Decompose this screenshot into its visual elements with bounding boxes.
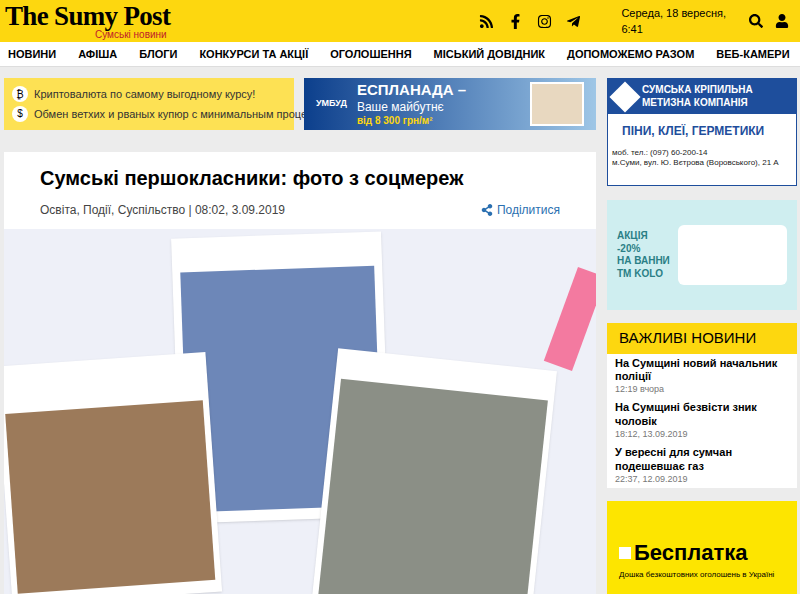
nav: НОВИНИ АФІША БЛОГИ КОНКУРСИ ТА АКЦІЇ ОГОЛОШЕ…	[0, 42, 800, 67]
crypto-ad[interactable]: ₿Криптовалюта по самому выгодному курсу!…	[4, 78, 294, 130]
bath-ad[interactable]: АКЦІЯ-20%НА ВАННИТМ KOLO	[607, 200, 797, 310]
share-button[interactable]: Поділитися	[481, 201, 560, 219]
important-news: ВАЖЛИВІ НОВИНИНа Сумщині новий начальник…	[607, 323, 797, 488]
esplanada-ad[interactable]: УМБУДЕСПЛАНАДА –Ваше майбутнєвід 8 300 г…	[304, 78, 596, 130]
nav-item[interactable]: НОВИНИ	[8, 46, 56, 63]
telegram-icon[interactable]	[566, 14, 581, 29]
article-photo	[4, 229, 596, 594]
instagram-icon[interactable]	[537, 14, 552, 29]
rss-icon[interactable]	[479, 14, 494, 29]
article-meta: Освіта, Події, Суспільство | 08:02, 3.09…	[40, 201, 285, 219]
fasteners-ad[interactable]: СУМСЬКА КРІПИЛЬНА МЕТИЗНА КОМПАНІЯПІНИ, …	[607, 78, 797, 186]
nav-item[interactable]: ОГОЛОШЕННЯ	[330, 46, 411, 63]
nav-item[interactable]: МІСЬКИЙ ДОВІДНИК	[434, 46, 545, 63]
article: Сумські першокласники: фото з соцмереж Ос…	[4, 152, 596, 594]
news-item[interactable]: У вересні для сумчан подешевшає газ22:37…	[607, 443, 797, 488]
facebook-icon[interactable]	[508, 14, 523, 29]
share-icon	[481, 204, 493, 216]
nav-item[interactable]: ДОПОМОЖЕМО РАЗОМ	[567, 46, 694, 63]
nav-item[interactable]: КОНКУРСИ ТА АКЦІЇ	[199, 46, 308, 63]
besplatka-ad[interactable]: БесплаткаДошка безкоштовних оголошень в …	[607, 501, 797, 594]
header: The Sumy PostСумські новини Середа, 18 ве…	[0, 0, 800, 42]
page: The Sumy PostСумські новини Середа, 18 ве…	[0, 0, 800, 594]
article-title: Сумські першокласники: фото з соцмереж	[4, 152, 596, 191]
nav-item[interactable]: АФІША	[78, 46, 117, 63]
date: Середа, 18 вересня, 6:41	[621, 5, 749, 38]
logo[interactable]: The Sumy PostСумські новини	[5, 3, 469, 40]
search-icon[interactable]	[749, 14, 763, 28]
news-item[interactable]: На Сумщині новий начальник поліції12:19 …	[607, 354, 797, 399]
sidebar: СУМСЬКА КРІПИЛЬНА МЕТИЗНА КОМПАНІЯПІНИ, …	[607, 78, 797, 594]
nav-item[interactable]: БЛОГИ	[139, 46, 177, 63]
nav-item[interactable]: ВЕБ-КАМЕРИ	[716, 46, 789, 63]
news-item[interactable]: На Сумщині безвісти зник чоловік18:12, 1…	[607, 398, 797, 443]
user-icon[interactable]	[775, 14, 789, 28]
